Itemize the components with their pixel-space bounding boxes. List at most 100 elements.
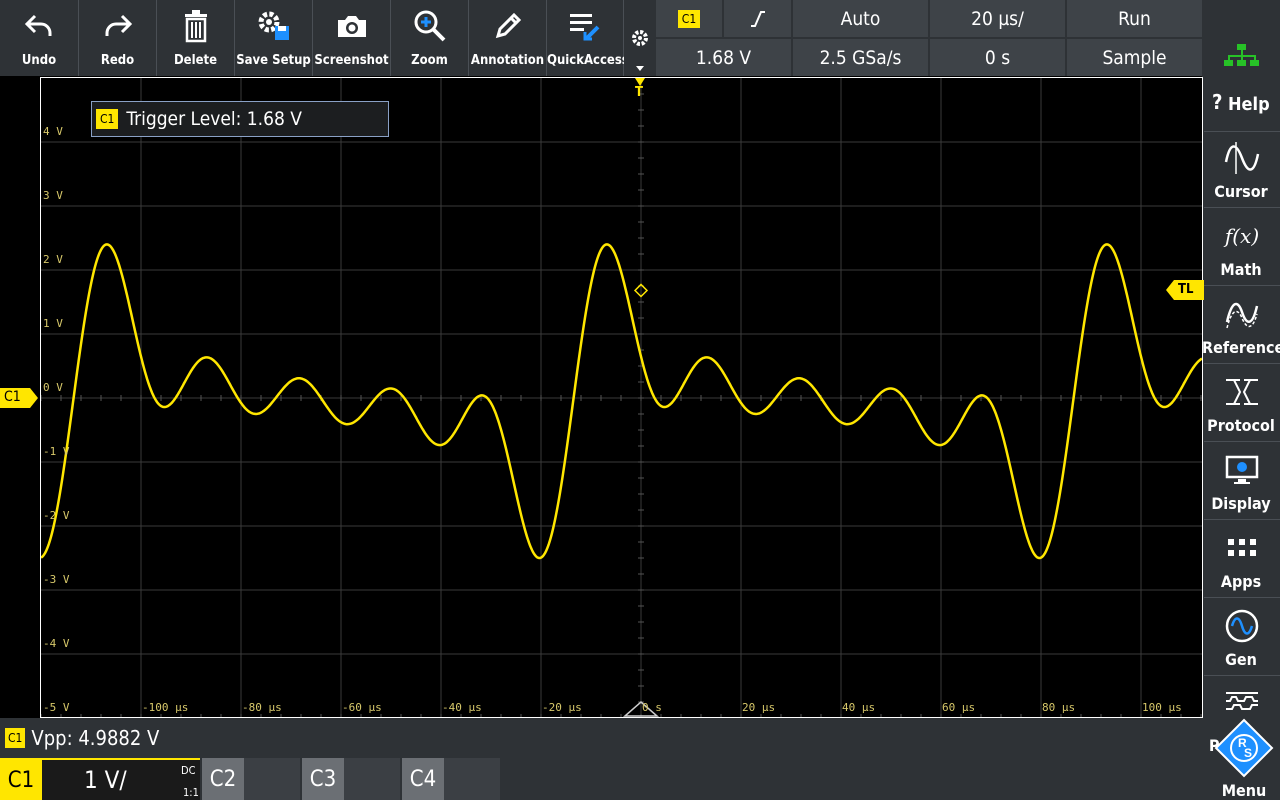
waveform-display[interactable]: 4 V 3 V 2 V 1 V 0 V -1 V -2 V -3 V -4 V … [40, 77, 1203, 718]
cursor-label: Cursor [1214, 182, 1268, 201]
annotation-label: Annotation [470, 53, 545, 68]
graticule [41, 78, 1202, 717]
channel-c1-name: C1 [0, 760, 42, 800]
trigger-level-text: Trigger Level: 1.68 V [126, 108, 302, 130]
delete-label: Delete [173, 53, 218, 68]
annotation-button[interactable]: Annotation [469, 0, 547, 76]
trigger-level-popup: C1 Trigger Level: 1.68 V [91, 101, 389, 137]
trigger-mode-cell[interactable]: Auto [793, 0, 928, 37]
trigger-level-marker[interactable]: TL [1164, 280, 1204, 300]
time-label: -100 µs [142, 701, 189, 714]
redo-button[interactable]: Redo [79, 0, 157, 76]
channel-c2-tab[interactable]: C2 [202, 758, 300, 800]
pencil-icon [469, 6, 546, 46]
undo-icon [0, 6, 78, 46]
math-function-icon: f(x) [1224, 224, 1260, 248]
side-menu: ? Help Cursor f(x) Math References Proto… [1202, 76, 1280, 800]
menu-label: Menu [1221, 781, 1267, 800]
generator-button[interactable]: Gen [1204, 600, 1280, 676]
rs-logo-icon: R S [1214, 718, 1274, 778]
math-label: Math [1220, 260, 1262, 279]
time-label: 100 µs [1142, 701, 1182, 714]
svg-text:S: S [1244, 746, 1252, 760]
trash-icon [157, 6, 234, 46]
channel-c3-tab[interactable]: C3 [302, 758, 400, 800]
protocol-bus-icon [1204, 374, 1280, 410]
protocol-button[interactable]: Protocol [1204, 366, 1280, 442]
time-label: 20 µs [742, 701, 776, 714]
run-state-cell[interactable]: Run [1067, 0, 1202, 37]
save-setup-label: Save Setup [236, 53, 311, 68]
math-button[interactable]: f(x) Math [1204, 210, 1280, 286]
cursor-button[interactable]: Cursor [1204, 132, 1280, 208]
time-label: 40 µs [842, 701, 876, 714]
help-label: Help [1228, 94, 1270, 115]
display-label: Display [1211, 494, 1271, 513]
undo-button[interactable]: Undo [0, 0, 79, 76]
quickaccess-button[interactable]: QuickAccess [547, 0, 629, 76]
generator-label: Gen [1225, 650, 1257, 669]
volt-label: 1 V [43, 317, 63, 330]
channel-c1-coupling: DC [181, 764, 196, 777]
channel-offset-marker[interactable]: C1 [0, 388, 40, 408]
screenshot-button[interactable]: Screenshot [313, 0, 391, 76]
zoom-button[interactable]: Zoom [391, 0, 469, 76]
references-button[interactable]: References [1202, 288, 1280, 364]
trigger-position-marker[interactable]: T [632, 78, 648, 104]
acquisition-mode-cell[interactable]: Sample [1067, 39, 1202, 76]
channel-bar: C1 1 V/ DC 1:1 C2 C3 C4 [0, 758, 1202, 800]
network-icon [1224, 44, 1259, 66]
trigger-level-cell[interactable]: 1.68 V [656, 39, 791, 76]
trigger-popup-channel-badge: C1 [96, 109, 119, 129]
zoom-label: Zoom [411, 53, 448, 68]
volt-label: 2 V [43, 253, 63, 266]
gear-icon [632, 30, 648, 71]
apps-label: Apps [1220, 572, 1262, 591]
network-status[interactable] [1202, 0, 1280, 76]
trigger-slope-cell[interactable] [724, 0, 791, 37]
time-label: -60 µs [342, 701, 382, 714]
channel-c1-tab[interactable]: C1 1 V/ DC 1:1 [0, 758, 200, 800]
channel-c4-name: C4 [402, 758, 444, 800]
time-label: 0 s [642, 701, 662, 714]
volt-label: -2 V [43, 509, 70, 522]
volt-label: 4 V [43, 125, 63, 138]
sample-rate-cell[interactable]: 2.5 GSa/s [793, 39, 928, 76]
time-label: -20 µs [542, 701, 582, 714]
measurement-value[interactable]: Vpp: 4.9882 V [31, 726, 159, 750]
measurement-channel-badge: C1 [5, 728, 26, 748]
help-button[interactable]: ? Help [1204, 76, 1280, 132]
horizontal-position-cell[interactable]: 0 s [930, 39, 1065, 76]
toolbar: Undo Redo Delete Save Setup Screenshot Z… [0, 0, 656, 76]
save-setup-button[interactable]: Save Setup [235, 0, 313, 76]
channel-c3-name: C3 [302, 758, 344, 800]
time-label: 60 µs [942, 701, 976, 714]
apps-button[interactable]: Apps [1204, 522, 1280, 598]
volt-label: -3 V [43, 573, 70, 586]
undo-label: Undo [21, 53, 57, 68]
acquisition-info: C1 Auto 20 µs/ Run 1.68 V 2.5 GSa/s 0 s … [656, 0, 1202, 76]
c1-waveform-trace [41, 243, 1202, 560]
volt-label: 3 V [43, 189, 63, 202]
trigger-source-badge: C1 [677, 9, 701, 28]
volt-label: 0 V [43, 381, 63, 394]
main-menu-button[interactable]: R S Menu [1212, 716, 1276, 800]
channel-c4-tab[interactable]: C4 [402, 758, 500, 800]
references-label: References [1202, 338, 1280, 357]
measurement-bar: C1 Vpp: 4.9882 V [0, 718, 1202, 758]
rising-edge-icon [750, 10, 765, 27]
channel-offset-label: C1 [4, 389, 21, 405]
display-button[interactable]: Display [1204, 444, 1280, 520]
time-label: 80 µs [1042, 701, 1076, 714]
cursor-icon [1204, 140, 1280, 176]
quickaccess-icon [547, 6, 623, 46]
display-icon [1204, 452, 1280, 488]
camera-icon [313, 6, 390, 46]
delete-button[interactable]: Delete [157, 0, 235, 76]
volt-label: -1 V [43, 445, 70, 458]
timebase-cell[interactable]: 20 µs/ [930, 0, 1065, 37]
trigger-source-cell[interactable]: C1 [656, 0, 722, 37]
protocol-label: Protocol [1207, 416, 1275, 435]
toolbar-settings-button[interactable] [624, 0, 656, 76]
trigger-level-marker-label: TL [1178, 282, 1194, 297]
